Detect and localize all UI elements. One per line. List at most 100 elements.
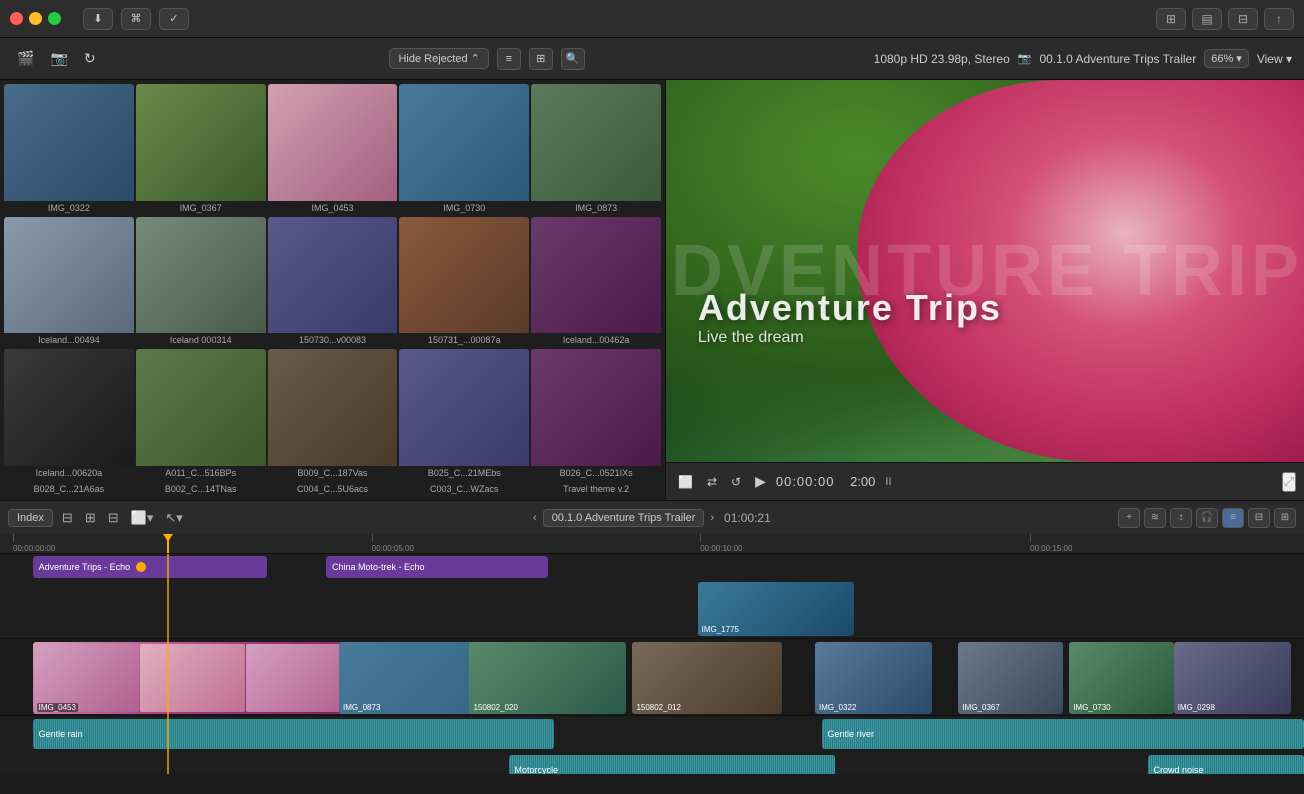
tracks-container: Adventure Trips - Echo China Moto-trek -… <box>0 554 1304 774</box>
maximize-button[interactable] <box>48 12 61 25</box>
media-item-m14[interactable]: B025_C...21MEbs <box>399 349 529 480</box>
media-label-m17: B002_C...14TNas <box>136 482 266 496</box>
clip-img0730[interactable]: IMG_0730 <box>1069 642 1173 714</box>
media-item-m6[interactable]: Iceland...00494 <box>4 217 134 348</box>
sequence-name: 00.1.0 Adventure Trips Trailer <box>1039 52 1196 66</box>
checkmark-icon[interactable]: ✓ <box>159 8 189 30</box>
connect-button[interactable]: ≡ <box>1222 508 1244 528</box>
media-label-m14: B025_C...21MEbs <box>399 466 529 480</box>
zoom-button[interactable]: 66% ▾ <box>1204 49 1249 68</box>
media-grid: IMG_0322IMG_0367IMG_0453IMG_0730IMG_0873… <box>0 80 665 500</box>
timeline-playhead-line <box>167 534 169 553</box>
gentle-rain-waveform <box>33 719 555 749</box>
clip-gentle-rain[interactable]: Gentle rain <box>33 719 555 749</box>
nav-right-button[interactable]: › <box>710 512 714 524</box>
clip-trim-icon[interactable]: ⬜▾ <box>128 508 157 528</box>
preview-text-overlay: Adventure Trips Live the dream <box>698 287 1002 347</box>
toolbar-center: Hide Rejected ⌃ ≡ ⊞ 🔍 <box>389 48 584 70</box>
list-view-button[interactable]: ≡ <box>497 48 521 70</box>
media-item-m17[interactable]: B002_C...14TNas <box>136 482 266 496</box>
media-item-m10[interactable]: Iceland...00462a <box>531 217 661 348</box>
media-item-m2[interactable]: IMG_0367 <box>136 84 266 215</box>
media-item-m15[interactable]: B026_C...0521IXs <box>531 349 661 480</box>
audio-waveform-button[interactable]: ≋ <box>1144 508 1166 528</box>
media-thumb-m10 <box>531 217 661 334</box>
media-item-m16[interactable]: B028_C...21A6as <box>4 482 134 496</box>
media-item-m18[interactable]: C004_C...5U6acs <box>268 482 398 496</box>
audio-meters-button[interactable]: ↕ <box>1170 508 1192 528</box>
clip-adventure-trips-echo[interactable]: Adventure Trips - Echo <box>33 556 268 578</box>
preview-video: ADVENTURE TRIPS Adventure Trips Live the… <box>666 80 1304 462</box>
media-item-m12[interactable]: A011_C...516BPs <box>136 349 266 480</box>
share-icon[interactable]: ↑ <box>1264 8 1294 30</box>
minimize-button[interactable] <box>29 12 42 25</box>
clip-150802012[interactable]: 150802_012 <box>632 642 782 714</box>
browser-panel: IMG_0322IMG_0367IMG_0453IMG_0730IMG_0873… <box>0 80 666 500</box>
preview-panel: ADVENTURE TRIPS Adventure Trips Live the… <box>666 80 1304 500</box>
fullscreen-button[interactable]: ⤢ <box>1282 472 1296 492</box>
play-button[interactable]: ▶ <box>751 471 770 492</box>
clip-img0453[interactable]: IMG_0453 <box>33 642 352 714</box>
media-label-m10: Iceland...00462a <box>531 333 661 347</box>
clip-expand-icon[interactable]: ⊞ <box>82 508 99 528</box>
media-item-m4[interactable]: IMG_0730 <box>399 84 529 215</box>
clip-motorcycle[interactable]: Motorcycle <box>509 755 835 774</box>
headphones-button[interactable]: 🎧 <box>1196 508 1218 528</box>
media-item-m11[interactable]: Iceland...00620a <box>4 349 134 480</box>
video-scope-button[interactable]: ⬜ <box>674 473 697 491</box>
clip-height-button[interactable]: ⊟ <box>1248 508 1270 528</box>
clip-connection-icon[interactable]: ⊟ <box>59 508 76 528</box>
media-item-m9[interactable]: 150731_...00087a <box>399 217 529 348</box>
crop-button[interactable]: ↺ <box>727 473 745 491</box>
pause-indicator: II <box>885 476 891 488</box>
audio-track-2: Motorcycle Crowd noise <box>0 752 1304 774</box>
clip-150802020-label: 150802_020 <box>473 703 518 712</box>
key-icon[interactable]: ⌘ <box>121 8 151 30</box>
clip-150802020[interactable]: 150802_020 <box>469 642 625 714</box>
media-item-m5[interactable]: IMG_0873 <box>531 84 661 215</box>
sliders-icon[interactable]: ⊟ <box>1228 8 1258 30</box>
clip-img0367[interactable]: IMG_0367 <box>958 642 1062 714</box>
add-clip-button[interactable]: + <box>1118 508 1140 528</box>
clip-gentle-river[interactable]: Gentle river <box>822 719 1304 749</box>
clip-img0322-label: IMG_0322 <box>819 703 856 712</box>
clip-img0322[interactable]: IMG_0322 <box>815 642 932 714</box>
transform-button[interactable]: ⇄ <box>703 473 721 491</box>
timeline-timecode: 01:00:21 <box>724 511 771 525</box>
view-button[interactable]: View ▾ <box>1257 52 1292 66</box>
import-button[interactable]: ↻ <box>79 47 101 70</box>
search-button[interactable]: 🔍 <box>561 48 585 70</box>
download-icon[interactable]: ⬇ <box>83 8 113 30</box>
media-item-m3[interactable]: IMG_0453 <box>268 84 398 215</box>
clip-img0298[interactable]: IMG_0298 <box>1174 642 1291 714</box>
clip-150802012-label: 150802_012 <box>636 703 681 712</box>
clip-crowd-noise[interactable]: Crowd noise <box>1148 755 1304 774</box>
gentle-river-waveform <box>822 719 1304 749</box>
camera-button[interactable]: 📷 <box>45 47 72 70</box>
media-item-m20[interactable]: Travel theme v.2 <box>531 482 661 496</box>
media-item-m8[interactable]: 150730...v00083 <box>268 217 398 348</box>
film-library-button[interactable]: 🎬 <box>12 47 39 70</box>
hide-rejected-button[interactable]: Hide Rejected ⌃ <box>389 48 488 69</box>
media-thumb-m14 <box>399 349 529 466</box>
select-tool-icon[interactable]: ↖▾ <box>162 508 185 528</box>
media-label-m12: A011_C...516BPs <box>136 466 266 480</box>
group-view-button[interactable]: ⊞ <box>529 48 553 70</box>
grid-view-icon[interactable]: ⊞ <box>1156 8 1186 30</box>
timeline-view-button[interactable]: ⊞ <box>1274 508 1296 528</box>
media-item-m19[interactable]: C003_C...WZacs <box>399 482 529 496</box>
nav-left-button[interactable]: ‹ <box>533 512 537 524</box>
media-label-m11: Iceland...00620a <box>4 466 134 480</box>
media-item-m7[interactable]: Iceland 000314 <box>136 217 266 348</box>
ruler-mark-3: 00:00:15:00 <box>1030 544 1072 553</box>
clip-img1775[interactable]: IMG_1775 <box>698 582 854 636</box>
media-label-m4: IMG_0730 <box>399 201 529 215</box>
clip-china-moto-trek-echo[interactable]: China Moto-trek - Echo <box>326 556 548 578</box>
media-item-m13[interactable]: B009_C...187Vas <box>268 349 398 480</box>
close-button[interactable] <box>10 12 23 25</box>
media-item-m1[interactable]: IMG_0322 <box>4 84 134 215</box>
film-strip-icon[interactable]: ▤ <box>1192 8 1222 30</box>
ruler-mark-1: 00:00:05:00 <box>372 544 414 553</box>
clip-collapse-icon[interactable]: ⊟ <box>105 508 122 528</box>
index-button[interactable]: Index <box>8 509 53 527</box>
